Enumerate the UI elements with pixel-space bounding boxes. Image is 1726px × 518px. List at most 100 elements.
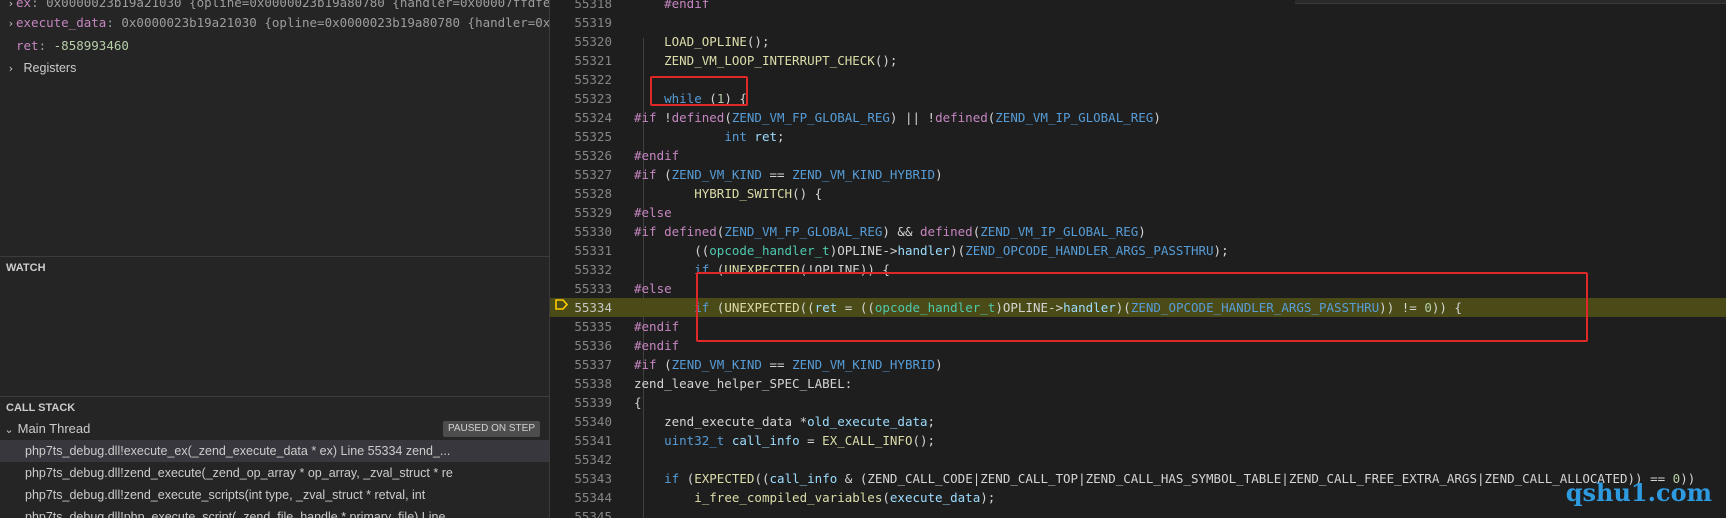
variable-row[interactable]: › ex: 0x0000023b19a21030 {opline=0x000002… xyxy=(6,0,550,13)
line-number[interactable]: 55322 xyxy=(550,70,612,89)
watch-header-label: WATCH xyxy=(6,262,46,274)
code-line[interactable]: 55329 #else xyxy=(550,203,1726,222)
stack-frame[interactable]: php7ts_debug.dll!execute_ex(_zend_execut… xyxy=(0,440,549,462)
line-number[interactable]: 55324 xyxy=(550,108,612,127)
code-line[interactable]: 55320 LOAD_OPLINE(); xyxy=(550,32,1726,51)
code-text: if (EXPECTED((call_info & (ZEND_CALL_COD… xyxy=(664,471,1696,486)
paused-status-badge: PAUSED ON STEP xyxy=(442,421,540,437)
chevron-right-icon: › xyxy=(8,0,14,10)
line-number[interactable]: 55333 xyxy=(550,279,612,298)
line-number[interactable]: 55320 xyxy=(550,32,612,51)
variable-row[interactable]: ret: -858993460 xyxy=(16,36,129,56)
line-number[interactable]: 55328 xyxy=(550,184,612,203)
code-line[interactable]: 55339 { xyxy=(550,393,1726,412)
main-thread-item[interactable]: ⌄ Main Thread PAUSED ON STEP xyxy=(0,418,549,440)
code-line[interactable]: 55319 xyxy=(550,13,1726,32)
line-number[interactable]: 55318 xyxy=(550,0,612,13)
code-text: { xyxy=(634,395,642,410)
variable-value: -858993460 xyxy=(53,38,129,53)
line-number[interactable]: 55325 xyxy=(550,127,612,146)
code-text: #if defined(ZEND_VM_FP_GLOBAL_REG) && de… xyxy=(634,224,1146,239)
code-line[interactable]: 55341 uint32_t call_info = EX_CALL_INFO(… xyxy=(550,431,1726,450)
line-number[interactable]: 55335 xyxy=(550,317,612,336)
code-line[interactable]: 55344 i_free_compiled_variables(execute_… xyxy=(550,488,1726,507)
line-number[interactable]: 55336 xyxy=(550,336,612,355)
debug-sidebar: › ex: 0x0000023b19a21030 {opline=0x000002… xyxy=(0,0,550,518)
line-number[interactable]: 55331 xyxy=(550,241,612,260)
line-number[interactable]: 55319 xyxy=(550,13,612,32)
code-text: #endif xyxy=(634,338,680,353)
variable-name: ret xyxy=(16,38,39,53)
line-number[interactable]: 55340 xyxy=(550,412,612,431)
variable-name: execute_data xyxy=(16,15,107,30)
code-line[interactable]: 55325 int ret; xyxy=(550,127,1726,146)
code-text: #endif xyxy=(634,319,680,334)
line-number[interactable]: 55321 xyxy=(550,51,612,70)
code-line[interactable]: 55321 ZEND_VM_LOOP_INTERRUPT_CHECK(); xyxy=(550,51,1726,70)
code-line[interactable]: 55343 if (EXPECTED((call_info & (ZEND_CA… xyxy=(550,469,1726,488)
line-number[interactable]: 55332 xyxy=(550,260,612,279)
code-line[interactable]: 55337 #if (ZEND_VM_KIND == ZEND_VM_KIND_H… xyxy=(550,355,1726,374)
code-line[interactable]: 55338 zend_leave_helper_SPEC_LABEL: xyxy=(550,374,1726,393)
variable-separator: : xyxy=(31,0,47,10)
code-text: i_free_compiled_variables(execute_data); xyxy=(694,490,996,505)
code-line[interactable]: 55331 ((opcode_handler_t)OPLINE->handler… xyxy=(550,241,1726,260)
code-text: #if !defined(ZEND_VM_FP_GLOBAL_REG) || !… xyxy=(634,110,1161,125)
stack-frame[interactable]: php7ts_debug.dll!php_execute_script(_zen… xyxy=(0,506,549,518)
line-number[interactable]: 55330 xyxy=(550,222,612,241)
stack-frame[interactable]: php7ts_debug.dll!zend_execute_scripts(in… xyxy=(0,484,549,506)
line-number[interactable]: 55337 xyxy=(550,355,612,374)
watch-section-header[interactable]: WATCH xyxy=(0,256,549,278)
code-text: uint32_t call_info = EX_CALL_INFO(); xyxy=(664,433,936,448)
line-number[interactable]: 55323 xyxy=(550,89,612,108)
current-statement-arrow-icon[interactable] xyxy=(555,299,568,310)
variable-name: ex xyxy=(16,0,32,10)
code-line[interactable]: 55330 #if defined(ZEND_VM_FP_GLOBAL_REG) … xyxy=(550,222,1726,241)
code-line[interactable]: 55324 #if !defined(ZEND_VM_FP_GLOBAL_REG)… xyxy=(550,108,1726,127)
code-line[interactable]: 55326 #endif xyxy=(550,146,1726,165)
code-line[interactable]: 55342 xyxy=(550,450,1726,469)
line-number[interactable]: 55339 xyxy=(550,393,612,412)
code-text: zend_leave_helper_SPEC_LABEL: xyxy=(634,376,853,391)
watermark: qshu1.com xyxy=(1565,478,1712,507)
stack-frame[interactable]: php7ts_debug.dll!zend_execute(_zend_op_a… xyxy=(0,462,549,484)
line-number[interactable]: 55326 xyxy=(550,146,612,165)
code-line[interactable]: 55328 HYBRID_SWITCH() { xyxy=(550,184,1726,203)
thread-label: Main Thread xyxy=(17,421,91,436)
code-text: #if (ZEND_VM_KIND == ZEND_VM_KIND_HYBRID… xyxy=(634,357,943,372)
code-text: ((opcode_handler_t)OPLINE->handler)(ZEND… xyxy=(634,243,1229,258)
line-number[interactable]: 55329 xyxy=(550,203,612,222)
variable-value: 0x0000023b19a21030 {opline=0x0000023b19a… xyxy=(46,0,550,10)
highlight-box-handler-call xyxy=(696,272,1588,342)
variable-value: 0x0000023b19a21030 {opline=0x0000023b19a… xyxy=(121,15,550,30)
variable-separator: : xyxy=(38,38,54,53)
code-line[interactable]: 55345 xyxy=(550,507,1726,518)
code-text: #else xyxy=(634,205,672,220)
code-text: ZEND_VM_LOOP_INTERRUPT_CHECK(); xyxy=(664,53,898,68)
line-number[interactable]: 55345 xyxy=(550,507,612,518)
code-text: zend_execute_data *old_execute_data; xyxy=(664,414,936,429)
line-number[interactable]: 55342 xyxy=(550,450,612,469)
code-text: #else xyxy=(634,281,672,296)
code-line[interactable]: 55318 #endif xyxy=(550,0,1726,13)
code-text: #if (ZEND_VM_KIND == ZEND_VM_KIND_HYBRID… xyxy=(634,167,943,182)
callstack-section-header[interactable]: CALL STACK xyxy=(0,396,549,418)
chevron-down-icon: ⌄ xyxy=(4,423,14,436)
chevron-right-icon: › xyxy=(8,62,14,75)
code-text: HYBRID_SWITCH() { xyxy=(694,186,823,201)
variable-row[interactable]: › execute_data: 0x0000023b19a21030 {oplin… xyxy=(6,13,550,33)
code-line[interactable]: 55327 #if (ZEND_VM_KIND == ZEND_VM_KIND_H… xyxy=(550,165,1726,184)
code-line[interactable]: 55340 zend_execute_data *old_execute_dat… xyxy=(550,412,1726,431)
registers-item[interactable]: › Registers xyxy=(6,58,77,78)
line-number[interactable]: 55343 xyxy=(550,469,612,488)
highlight-box-while-loop xyxy=(650,76,748,106)
code-editor[interactable]: 55318 #endif 55319 55320 LOAD_OPLINE(); 553… xyxy=(550,0,1726,518)
line-number[interactable]: 55338 xyxy=(550,374,612,393)
callstack-header-label: CALL STACK xyxy=(6,402,76,414)
line-number[interactable]: 55327 xyxy=(550,165,612,184)
chevron-right-icon: › xyxy=(8,17,14,30)
code-text: #endif xyxy=(634,148,680,163)
code-text: int ret; xyxy=(724,129,785,144)
line-number[interactable]: 55344 xyxy=(550,488,612,507)
line-number[interactable]: 55341 xyxy=(550,431,612,450)
